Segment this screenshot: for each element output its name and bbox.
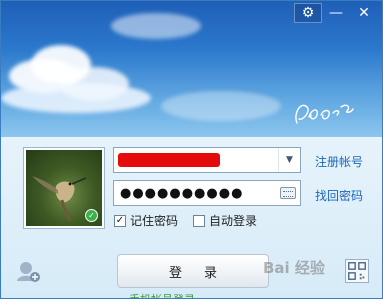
auto-login-option[interactable]: 自动登录 (193, 212, 257, 229)
gear-icon: ⚙ (301, 5, 315, 21)
watermark-text: Bai 经验 (263, 259, 325, 277)
settings-button[interactable]: ⚙ (294, 3, 322, 23)
remember-password-checkbox[interactable]: ✓ (114, 214, 126, 227)
window-controls: ⚙ — ✕ (294, 3, 378, 23)
add-user-icon (17, 262, 40, 282)
account-value-redacted (118, 153, 220, 167)
qr-login-button[interactable] (345, 259, 369, 283)
password-field[interactable]: ●●●●●●●●●● (113, 180, 301, 206)
add-account-button[interactable] (15, 259, 41, 283)
remember-password-label: 记住密码 (130, 214, 179, 228)
register-account-link[interactable]: 注册帐号 (315, 153, 363, 170)
auto-login-checkbox[interactable] (193, 214, 205, 227)
avatar-image: ✓ (26, 150, 102, 226)
remember-password-option[interactable]: ✓ 记住密码 (114, 212, 178, 229)
minimize-button[interactable]: — (322, 3, 350, 23)
close-button[interactable]: ✕ (350, 3, 378, 23)
auto-login-label: 自动登录 (209, 214, 258, 228)
close-icon: ✕ (358, 5, 370, 21)
mobile-login-text[interactable]: 手机帐号登录 (129, 291, 195, 298)
avatar[interactable]: ✓ (23, 147, 105, 229)
login-button[interactable]: 登录 (117, 254, 269, 288)
chevron-down-icon[interactable]: ▼ (278, 148, 300, 172)
password-masked-value: ●●●●●●●●●● (120, 186, 244, 201)
account-combobox[interactable]: ▼ (113, 147, 301, 173)
minimize-icon: — (329, 5, 343, 21)
online-status-icon: ✓ (85, 209, 98, 222)
cloud-decoration (161, 91, 281, 121)
recover-password-link[interactable]: 找回密码 (315, 187, 363, 204)
qr-code-icon (348, 262, 366, 280)
keyboard-icon[interactable] (280, 187, 296, 199)
sky-banner: ⚙ — ✕ (1, 1, 382, 137)
cloud-decoration (1, 83, 151, 113)
cloud-decoration (111, 13, 201, 39)
login-window: ⚙ — ✕ ✓ ▼ ●●●●●●●●●● 注册帐号 找回密码 ✓ 记住密码 自动… (0, 0, 383, 299)
signature-logo (295, 104, 354, 124)
